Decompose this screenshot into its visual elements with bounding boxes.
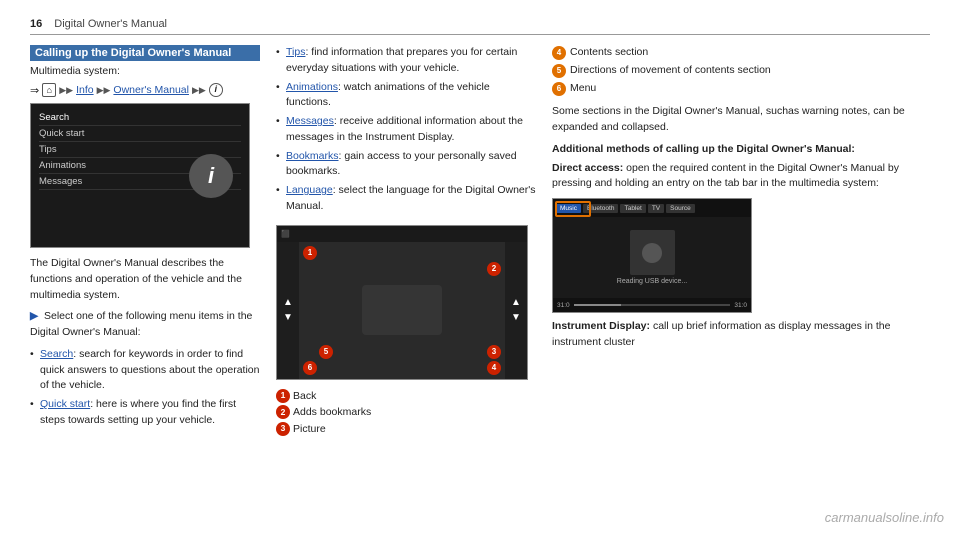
nav-sep1: ▶▶ [59,85,73,96]
screen2-legend: 1 Back 2 Adds bookmarks 3 Picture [276,388,536,438]
home-icon: ⌂ [42,83,56,97]
left-column: Calling up the Digital Owner's Manual Mu… [30,45,260,438]
legend-item-3: 3 Picture [276,421,536,438]
menu-item-search: Search [39,110,241,126]
language-link[interactable]: Language [286,184,333,196]
info-circle-icon: i [209,83,223,97]
watermark: carmanualsoline.info [825,510,944,525]
animations-link[interactable]: Animations [286,81,338,93]
header: 16 Digital Owner's Manual [30,18,930,35]
action-arrow-icon: ▶ [30,310,38,322]
left-bullet-search: Search: search for keywords in order to … [30,347,260,394]
main-columns: Calling up the Digital Owner's Manual Mu… [30,45,930,438]
nav-path: ⇒ ⌂ ▶▶ Info ▶▶ Owner's Manual ▶▶ i [30,83,260,97]
legend-text-1: Back [293,388,316,405]
legend-text-2: Adds bookmarks [293,404,371,421]
caption: Instrument Display: call up brief inform… [552,319,930,351]
time-right: 31:0 [734,302,747,309]
reading-status: Reading USB device... [617,278,687,285]
right-direct-access: Direct access: open the required content… [552,161,930,193]
mid-bullet-bookmarks: Bookmarks: gain access to your personall… [276,149,536,181]
screen2-badge-5: 5 [319,345,333,359]
left-action-label: Select one of the following menu items i… [30,310,252,338]
time-left: 31:0 [557,302,570,309]
badge-row-6: 6 Menu [552,81,930,97]
menu-item-quickstart: Quick start [39,126,241,142]
badge-6-text: Menu [570,81,596,97]
tab-source[interactable]: Source [666,204,695,213]
screen2-badge-1: 1 [303,246,317,260]
badge-row-4: 4 Contents section [552,45,930,61]
nav-owners-manual[interactable]: Owner's Manual [113,84,189,96]
left-bullet-quickstart: Quick start: here is where you find the … [30,397,260,429]
mid-bullet-language: Language: select the language for the Di… [276,183,536,215]
quickstart-link[interactable]: Quick start [40,398,90,410]
mid-bullet-messages: Messages: receive additional information… [276,114,536,146]
screen2-badge-4: 4 [487,361,501,375]
screen2-badge-2: 2 [487,262,501,276]
tab-music[interactable]: Music [556,204,581,213]
screen-i-symbol: i [189,154,233,198]
badge-3: 3 [276,422,290,436]
bookmarks-link[interactable]: Bookmarks [286,150,339,162]
legend-item-1: 1 Back [276,388,536,405]
section-title: Calling up the Digital Owner's Manual [30,45,260,61]
tab-tablet[interactable]: Tablet [620,204,645,213]
screen2-badge-3: 3 [487,345,501,359]
messages-link[interactable]: Messages [286,115,334,127]
mid-bullet-animations: Animations: watch animations of the vehi… [276,80,536,112]
right-badges: 4 Contents section 5 Directions of movem… [552,45,930,96]
badge-row-5: 5 Directions of movement of contents sec… [552,63,930,79]
page: 16 Digital Owner's Manual Calling up the… [0,0,960,533]
screen2-badge-6: 6 [303,361,317,375]
right-para1: Some sections in the Digital Owner's Man… [552,104,930,136]
direct-access-label: Direct access: [552,162,623,174]
mid-bullet-list: Tips: find information that prepares you… [276,45,536,215]
nav-sep3: ▶▶ [192,85,206,96]
badge-5-text: Directions of movement of contents secti… [570,63,771,79]
screen-mockup-1: Search Quick start Tips Animations Messa… [30,103,250,248]
legend-text-3: Picture [293,421,326,438]
tab-bluetooth[interactable]: Bluetooth [583,204,618,213]
album-art [630,230,675,275]
caption-bold-text: Instrument Display: [552,320,650,332]
left-bullet-list: Search: search for keywords in order to … [30,347,260,429]
nav-info[interactable]: Info [76,84,94,96]
tips-link[interactable]: Tips [286,46,305,58]
left-body-text: The Digital Owner's Manual describes the… [30,256,260,303]
badge-1: 1 [276,389,290,403]
nav-sep2: ▶▶ [97,85,111,96]
multimedia-label: Multimedia system: [30,65,120,77]
page-number: 16 [30,18,42,30]
screen-mockup-2: ⬛ ▲ ▼ [276,225,528,380]
legend-item-2: 2 Adds bookmarks [276,404,536,421]
badge-4-text: Contents section [570,45,648,61]
nav-arrow1: ⇒ [30,84,39,97]
right-additional-title: Additional methods of calling up the Dig… [552,142,930,158]
left-action-text: ▶ Select one of the following menu items… [30,309,260,341]
search-link[interactable]: Search [40,348,73,360]
badge-5-icon: 5 [552,64,566,78]
nav-line: Multimedia system: [30,65,260,77]
screen-mockup-3: Music Bluetooth Tablet TV Source Reading [552,198,752,313]
mid-column: Tips: find information that prepares you… [276,45,536,438]
mid-bullet-tips: Tips: find information that prepares you… [276,45,536,77]
right-column: 4 Contents section 5 Directions of movem… [552,45,930,438]
tab-tv[interactable]: TV [648,204,664,213]
badge-6-icon: 6 [552,82,566,96]
header-title: Digital Owner's Manual [54,18,167,30]
badge-4-icon: 4 [552,46,566,60]
badge-2: 2 [276,405,290,419]
